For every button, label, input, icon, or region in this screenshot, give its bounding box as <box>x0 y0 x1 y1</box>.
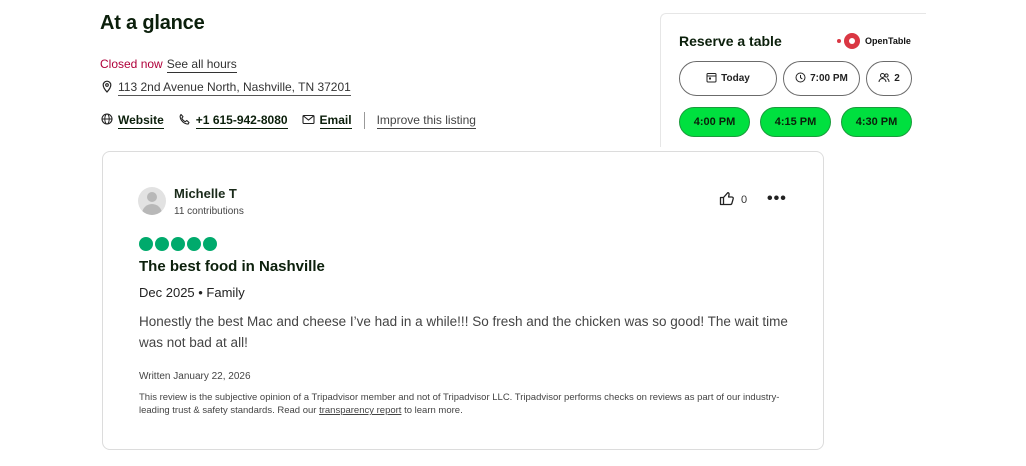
date-selector[interactable]: Today <box>679 61 777 96</box>
rating-bubble-icon <box>203 237 217 251</box>
globe-icon <box>101 113 113 128</box>
opentable-ring-icon <box>844 33 860 49</box>
transparency-report-link[interactable]: transparency report <box>319 405 401 416</box>
helpful-vote-button[interactable]: 0 <box>719 191 747 209</box>
envelope-icon <box>301 114 315 128</box>
phone-link[interactable]: +1 615-942-8080 <box>178 113 288 129</box>
rating-bubble-icon <box>155 237 169 251</box>
divider <box>363 112 365 129</box>
rating-bubble-icon <box>139 237 153 251</box>
time-slot-button[interactable]: 4:15 PM <box>760 107 831 137</box>
time-slot-button[interactable]: 4:30 PM <box>841 107 912 137</box>
review-title[interactable]: The best food in Nashville <box>139 258 325 275</box>
calendar-icon <box>706 72 717 86</box>
hours-row: Closed now See all hours <box>100 57 237 73</box>
like-count: 0 <box>741 194 748 206</box>
address-row[interactable]: 113 2nd Avenue North, Nashville, TN 3720… <box>101 80 351 96</box>
clock-icon <box>795 72 806 86</box>
phone-icon <box>178 113 191 129</box>
date-value: Today <box>721 73 750 84</box>
disclaimer-suffix: to learn more. <box>401 405 463 416</box>
phone-label: +1 615-942-8080 <box>195 112 288 129</box>
email-label: Email <box>319 112 352 129</box>
time-value: 7:00 PM <box>810 73 848 84</box>
opentable-logo: OpenTable <box>837 33 911 49</box>
reserve-panel: Reserve a table OpenTable Today 7:00 PM … <box>660 13 926 147</box>
time-slot-button[interactable]: 4:00 PM <box>679 107 750 137</box>
review-disclaimer: This review is the subjective opinion of… <box>139 391 789 417</box>
rating-bubble-icon <box>187 237 201 251</box>
avatar[interactable] <box>138 187 166 215</box>
location-pin-icon <box>101 80 113 96</box>
rating-bubble-icon <box>171 237 185 251</box>
reserve-title: Reserve a table <box>679 33 782 49</box>
contact-row: Website +1 615-942-8080 Email Improve th… <box>101 112 476 129</box>
opentable-label: OpenTable <box>865 36 911 46</box>
opentable-dot-icon <box>837 39 841 43</box>
more-options-icon[interactable]: ••• <box>767 190 787 208</box>
website-label: Website <box>118 112 164 129</box>
review-meta: Dec 2025 • Family <box>139 285 245 300</box>
party-value: 2 <box>894 73 900 84</box>
review-body: Honestly the best Mac and cheese I’ve ha… <box>139 314 788 350</box>
review-card: Michelle T 11 contributions 0 ••• The be… <box>102 151 824 450</box>
status-text: Closed now <box>100 57 163 71</box>
thumbs-up-icon <box>719 191 735 209</box>
contribution-count: 11 contributions <box>174 206 244 217</box>
rating-bubbles <box>139 237 217 251</box>
improve-listing-link[interactable]: Improve this listing <box>376 113 476 129</box>
reviewer-name[interactable]: Michelle T <box>174 186 237 201</box>
time-selector[interactable]: 7:00 PM <box>783 61 860 96</box>
see-hours-link[interactable]: See all hours <box>166 57 237 73</box>
email-link[interactable]: Email <box>301 112 352 129</box>
website-link[interactable]: Website <box>101 113 164 129</box>
address-link[interactable]: 113 2nd Avenue North, Nashville, TN 3720… <box>118 80 351 96</box>
written-date: Written January 22, 2026 <box>139 371 251 382</box>
party-size-selector[interactable]: 2 <box>866 61 912 96</box>
section-heading: At a glance <box>100 12 205 34</box>
people-icon <box>878 72 890 86</box>
